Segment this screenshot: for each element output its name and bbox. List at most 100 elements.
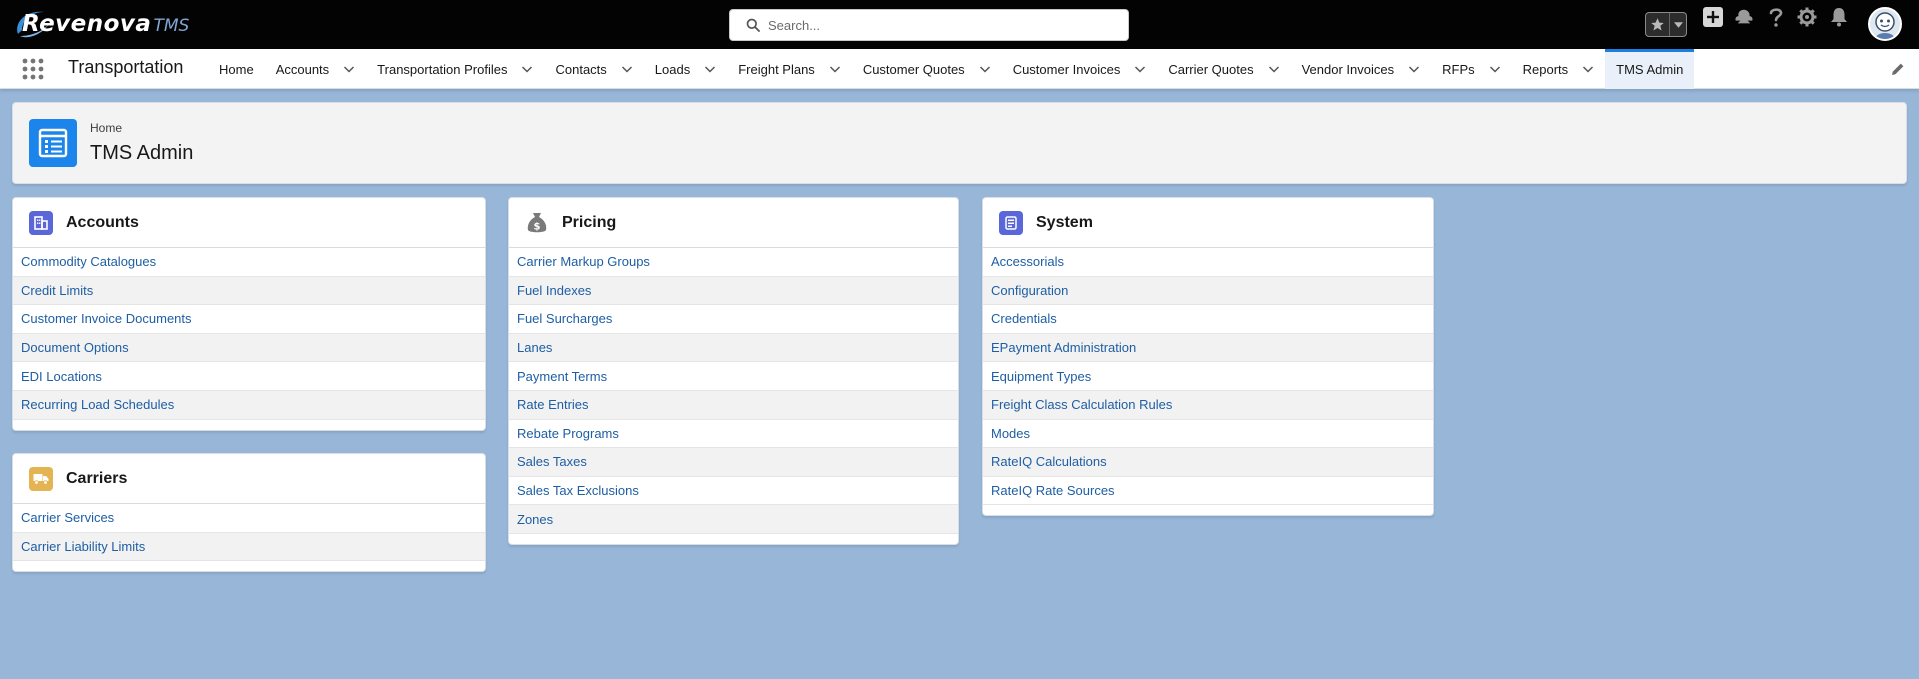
link-rateiq-calculations[interactable]: RateIQ Calculations (991, 454, 1107, 469)
link-modes[interactable]: Modes (991, 426, 1030, 441)
link-fuel-indexes[interactable]: Fuel Indexes (517, 283, 591, 298)
global-search[interactable] (729, 9, 1129, 41)
nav-tab-label: Contacts (555, 61, 607, 77)
nav-tab-rfps[interactable]: RFPs (1431, 49, 1512, 89)
list-item: EPayment Administration (983, 333, 1433, 363)
nav-tab-carrier-quotes[interactable]: Carrier Quotes (1157, 49, 1290, 89)
favorites-star-icon[interactable] (1646, 13, 1670, 36)
card-title: Accounts (66, 213, 139, 231)
list-item: Sales Taxes (509, 448, 958, 477)
nav-tab-label: Customer Quotes (862, 61, 965, 77)
link-commodity-catalogues[interactable]: Commodity Catalogues (21, 254, 156, 269)
chevron-down-icon[interactable] (1408, 63, 1420, 75)
nav-tabs: Home Accounts Transportation Profiles Co… (208, 49, 1695, 89)
nav-tab-customer-quotes[interactable]: Customer Quotes (852, 49, 1002, 89)
nav-tab-vendor-invoices[interactable]: Vendor Invoices (1291, 49, 1432, 89)
favorites-button-group[interactable] (1645, 12, 1687, 37)
favorites-dropdown-icon[interactable] (1670, 13, 1686, 36)
card-title: Carriers (66, 469, 128, 487)
link-rebate-programs[interactable]: Rebate Programs (517, 426, 619, 441)
link-sales-taxes[interactable]: Sales Taxes (517, 454, 587, 469)
list-item: Commodity Catalogues (13, 248, 485, 277)
link-zones[interactable]: Zones (517, 512, 553, 527)
system-link-list: Accessorials Configuration Credentials E… (983, 248, 1433, 506)
logo-brand-text: Revenova (22, 11, 152, 37)
nav-tab-customer-invoices[interactable]: Customer Invoices (1002, 49, 1158, 89)
chevron-down-icon[interactable] (979, 63, 991, 75)
nav-tab-label: Customer Invoices (1012, 61, 1121, 77)
card-header: Accounts (13, 198, 485, 248)
chevron-down-icon[interactable] (621, 63, 633, 75)
list-item: Payment Terms (509, 362, 958, 391)
nav-tab-accounts[interactable]: Accounts (265, 49, 366, 89)
nav-tab-reports[interactable]: Reports (1512, 49, 1606, 89)
search-input[interactable] (768, 17, 1128, 33)
user-avatar[interactable] (1868, 7, 1902, 41)
list-item: Fuel Surcharges (509, 305, 958, 334)
link-rateiq-rate-sources[interactable]: RateIQ Rate Sources (991, 483, 1115, 498)
link-rate-entries[interactable]: Rate Entries (517, 397, 589, 412)
search-icon (746, 18, 760, 32)
link-payment-terms[interactable]: Payment Terms (517, 369, 607, 384)
link-credentials[interactable]: Credentials (991, 311, 1057, 326)
link-configuration[interactable]: Configuration (991, 283, 1068, 298)
list-item: Carrier Services (13, 504, 485, 533)
link-credit-limits[interactable]: Credit Limits (21, 283, 93, 298)
chevron-down-icon[interactable] (1582, 63, 1594, 75)
link-document-options[interactable]: Document Options (21, 340, 129, 355)
accounts-card: Accounts Commodity Catalogues Credit Lim… (12, 197, 486, 431)
system-card: System Accessorials Configuration Creden… (982, 197, 1434, 517)
link-edi-locations[interactable]: EDI Locations (21, 369, 102, 384)
chevron-down-icon[interactable] (1134, 63, 1146, 75)
list-item: Freight Class Calculation Rules (983, 390, 1433, 420)
link-lanes[interactable]: Lanes (517, 340, 552, 355)
nav-tab-transportation-profiles[interactable]: Transportation Profiles (366, 49, 544, 89)
carriers-card: Carriers Carrier Services Carrier Liabil… (12, 453, 486, 573)
logo-suffix-text: TMS (153, 16, 190, 36)
edit-nav-pencil-icon[interactable] (1891, 62, 1905, 76)
card-footer (13, 420, 485, 430)
trailhead-help-icon[interactable] (1732, 0, 1756, 34)
carriers-link-list: Carrier Services Carrier Liability Limit… (13, 504, 485, 562)
breadcrumb[interactable]: Home (90, 121, 122, 135)
global-create-icon[interactable] (1701, 0, 1725, 34)
chevron-down-icon[interactable] (1268, 63, 1280, 75)
list-item: RateIQ Calculations (983, 448, 1433, 477)
help-icon[interactable] (1764, 0, 1788, 34)
link-epayment-administration[interactable]: EPayment Administration (991, 340, 1136, 355)
chevron-down-icon[interactable] (1489, 63, 1501, 75)
link-carrier-services[interactable]: Carrier Services (21, 510, 114, 525)
link-fuel-surcharges[interactable]: Fuel Surcharges (517, 311, 612, 326)
card-footer (13, 561, 485, 571)
nav-tab-label: TMS Admin (1616, 61, 1684, 77)
chevron-down-icon[interactable] (829, 63, 841, 75)
nav-tab-freight-plans[interactable]: Freight Plans (727, 49, 852, 89)
revenova-logo[interactable]: Revenova TMS (14, 6, 189, 42)
link-sales-tax-exclusions[interactable]: Sales Tax Exclusions (517, 483, 639, 498)
notifications-bell-icon[interactable] (1827, 0, 1851, 34)
link-carrier-markup-groups[interactable]: Carrier Markup Groups (517, 254, 650, 269)
chevron-down-icon[interactable] (704, 63, 716, 75)
list-item: Recurring Load Schedules (13, 390, 485, 420)
link-recurring-load-schedules[interactable]: Recurring Load Schedules (21, 397, 174, 412)
link-carrier-liability-limits[interactable]: Carrier Liability Limits (21, 539, 145, 554)
global-header: Revenova TMS (0, 0, 1919, 49)
nav-tab-contacts[interactable]: Contacts (544, 49, 643, 89)
setup-gear-icon[interactable] (1795, 0, 1819, 34)
nav-tab-label: Vendor Invoices (1301, 61, 1395, 77)
link-customer-invoice-documents[interactable]: Customer Invoice Documents (21, 311, 192, 326)
nav-tab-tms-admin[interactable]: TMS Admin (1605, 49, 1695, 89)
link-equipment-types[interactable]: Equipment Types (991, 369, 1091, 384)
nav-tab-label: RFPs (1442, 61, 1475, 77)
nav-tab-home[interactable]: Home (208, 49, 265, 89)
nav-tab-loads[interactable]: Loads (644, 49, 727, 89)
link-freight-class-calculation-rules[interactable]: Freight Class Calculation Rules (991, 397, 1172, 412)
link-accessorials[interactable]: Accessorials (991, 254, 1064, 269)
list-item: Modes (983, 420, 1433, 449)
card-footer (983, 505, 1433, 515)
nav-tab-label: Reports (1522, 61, 1569, 77)
chevron-down-icon[interactable] (521, 63, 533, 75)
list-item: Rebate Programs (509, 420, 958, 449)
chevron-down-icon[interactable] (343, 63, 355, 75)
app-launcher-icon[interactable] (22, 58, 44, 80)
